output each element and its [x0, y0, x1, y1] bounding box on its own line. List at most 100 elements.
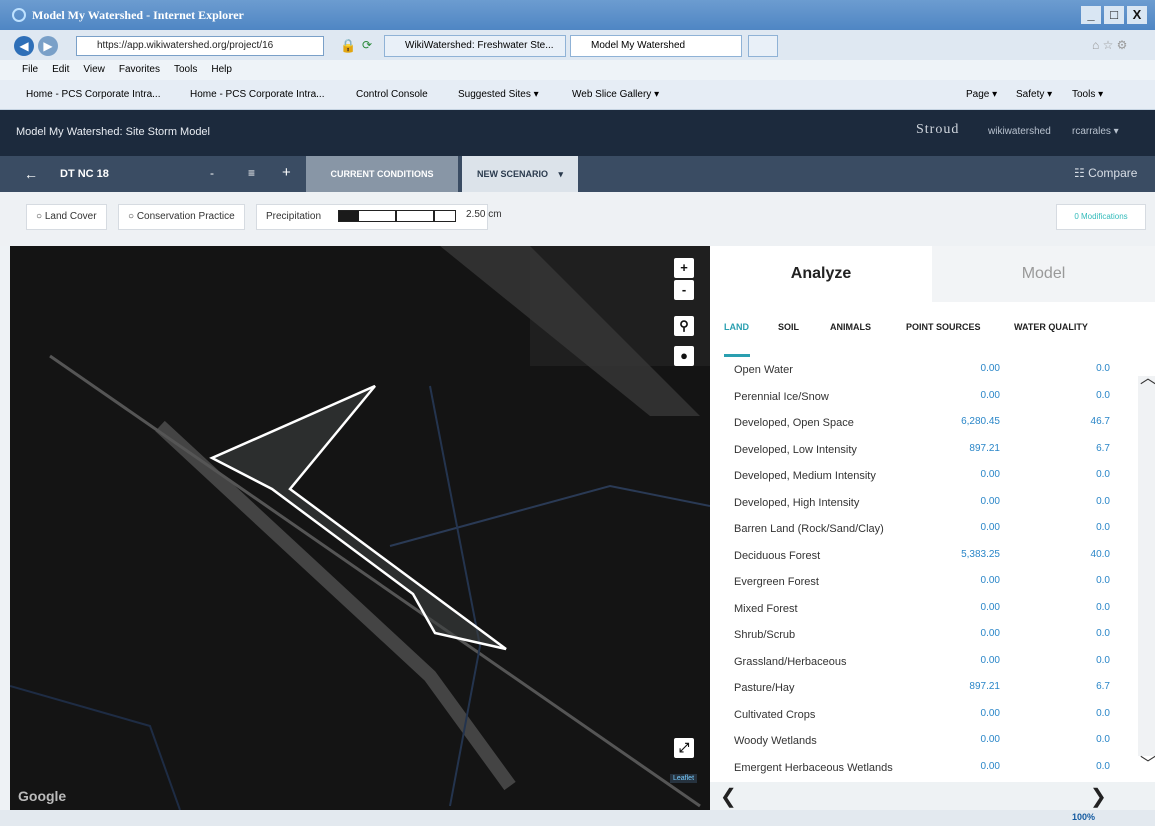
table-row: Pasture/Hay 897.21 6.7 [710, 676, 1130, 702]
favorite-link-control-console[interactable]: Control Console [356, 80, 428, 110]
land-cover-area: 0.00 [980, 522, 1000, 533]
close-window-button[interactable]: X [1127, 6, 1147, 24]
compare-button[interactable]: ☷ Compare [1074, 166, 1137, 180]
land-cover-percent: 6.7 [1096, 442, 1110, 454]
menu-icon[interactable]: ≡ [248, 166, 255, 180]
land-cover-area: 0.00 [980, 654, 1000, 666]
table-row: Developed, Medium Intensity 0.00 0.0 [710, 464, 1130, 490]
precipitation-label: Precipitation [266, 211, 322, 222]
menu-help[interactable]: Help [211, 60, 232, 80]
subtab-soil[interactable]: SOIL [778, 322, 799, 332]
scenario-subbar: ○ Land Cover ○ Conservation Practice Pre… [0, 192, 1155, 246]
subtab-point-sources[interactable]: POINT SOURCES [906, 322, 981, 332]
land-cover-area: 6,280.45 [961, 416, 1000, 427]
land-cover-area: 0.00 [980, 707, 1000, 719]
land-cover-name: Woody Wetlands [734, 735, 817, 747]
ie-logo-icon [12, 8, 26, 22]
map-view[interactable]: + - ⚲ ● ⤢ Google Leaflet [10, 246, 710, 810]
fullscreen-button[interactable]: ⤢ [674, 738, 694, 758]
favorites-bar: Home - PCS Corporate Intra... Home - PCS… [0, 80, 1155, 110]
location-pin-icon[interactable]: ⚲ [674, 316, 694, 336]
land-cover-name: Pasture/Hay [734, 682, 795, 694]
minimize-button[interactable]: _ [1081, 6, 1101, 24]
land-cover-area: 0.00 [980, 363, 1000, 374]
land-cover-percent: 0.0 [1096, 363, 1110, 374]
zoom-level[interactable]: 100% [1072, 812, 1095, 822]
zoom-out-button[interactable]: - [674, 280, 694, 300]
url-field[interactable]: https://app.wikiwatershed.org/project/16 [76, 36, 324, 56]
maximize-button[interactable]: □ [1104, 6, 1124, 24]
favorite-link-web-slice-gallery[interactable]: Web Slice Gallery ▾ [572, 80, 659, 110]
precipitation-slider-fill [339, 211, 359, 221]
back-arrow-icon[interactable]: ◀ [14, 36, 34, 56]
table-row: Emergent Herbaceous Wetlands 0.00 0.0 [710, 756, 1130, 782]
tab-model[interactable]: Model [932, 246, 1155, 302]
zoom-in-button[interactable]: + [674, 258, 694, 278]
chevron-down-icon: ▾ [558, 169, 564, 179]
menu-file[interactable]: File [22, 60, 38, 80]
chevron-right-icon[interactable]: ❯ [1090, 784, 1107, 809]
back-arrow-icon[interactable]: ← [24, 166, 38, 182]
project-name[interactable]: DT NC 18 [60, 168, 109, 180]
page-menu[interactable]: Page ▾ [966, 80, 997, 110]
table-row: Developed, High Intensity 0.00 0.0 [710, 491, 1130, 517]
lock-icon: 🔒 [340, 38, 357, 53]
new-tab-button[interactable] [748, 35, 778, 57]
chevron-up-icon[interactable]: ︿ [1140, 364, 1155, 388]
land-cover-area: 0.00 [980, 575, 1000, 586]
browser-tab-model-my-watershed[interactable]: Model My Watershed [570, 35, 742, 57]
favorite-link-2[interactable]: Home - PCS Corporate Intra... [190, 80, 325, 110]
land-cover-percent: 40.0 [1090, 548, 1110, 560]
layers-icon[interactable]: ● [674, 346, 694, 366]
chevron-down-icon[interactable]: ﹀ [1140, 750, 1155, 774]
tab-new-scenario[interactable]: NEW SCENARIO ▾ [462, 156, 578, 192]
menu-favorites[interactable]: Favorites [119, 60, 160, 80]
land-cover-area: 0.00 [980, 628, 1000, 639]
forward-arrow-icon[interactable]: ▶ [38, 36, 58, 56]
subtab-land[interactable]: LAND [724, 322, 749, 332]
horizontal-scrollbar[interactable]: ❮ ❯ [710, 782, 1155, 810]
slider-tick [433, 211, 435, 221]
wikiwatershed-link[interactable]: wikiwatershed [988, 126, 1051, 137]
browser-tab-wikiwatershed[interactable]: WikiWatershed: Freshwater Ste... [384, 35, 566, 57]
favorite-link-suggested-sites[interactable]: Suggested Sites ▾ [458, 80, 539, 110]
slider-tick [395, 211, 397, 221]
land-cover-name: Developed, High Intensity [734, 496, 860, 509]
menu-tools[interactable]: Tools [174, 60, 197, 80]
land-cover-button[interactable]: ○ Land Cover [26, 204, 107, 230]
land-cover-area: 897.21 [969, 442, 1000, 454]
stroud-logo: Stroud [916, 122, 960, 137]
tab-current-conditions[interactable]: CURRENT CONDITIONS [306, 156, 458, 192]
leaflet-attribution[interactable]: Leaflet [670, 774, 698, 783]
land-cover-name: Emergent Herbaceous Wetlands [734, 761, 893, 774]
project-toolbar: ← DT NC 18 - ≡ + CURRENT CONDITIONS NEW … [0, 156, 1155, 192]
land-cover-name: Grassland/Herbaceous [734, 655, 847, 668]
window-titlebar: Model My Watershed - Internet Explorer _… [0, 0, 1155, 30]
tools-menu[interactable]: Tools ▾ [1072, 80, 1103, 110]
conservation-practice-button[interactable]: ○ Conservation Practice [118, 204, 245, 230]
favorite-link-1[interactable]: Home - PCS Corporate Intra... [26, 80, 161, 110]
land-cover-name: Open Water [734, 364, 793, 376]
land-cover-percent: 0.0 [1096, 734, 1110, 745]
chevron-left-icon[interactable]: ❮ [720, 784, 737, 809]
modifications-button[interactable]: 0 Modifications [1056, 204, 1146, 230]
tab-analyze[interactable]: Analyze [710, 246, 932, 302]
land-cover-percent: 0.0 [1096, 601, 1110, 613]
subtab-water-quality[interactable]: WATER QUALITY [1014, 322, 1088, 332]
home-star-gear-icons[interactable]: ⌂ ☆ ⚙ [1092, 38, 1127, 52]
land-cover-percent: 0.0 [1096, 654, 1110, 666]
safety-menu[interactable]: Safety ▾ [1016, 80, 1052, 110]
add-scenario-icon[interactable]: + [282, 164, 291, 181]
precipitation-value: 2.50 cm [466, 209, 502, 220]
refresh-icon[interactable]: ⟳ [362, 38, 372, 52]
subtab-animals[interactable]: ANIMALS [830, 322, 871, 332]
land-cover-percent: 6.7 [1096, 681, 1110, 692]
status-bar: 100% [0, 810, 1155, 826]
menu-edit[interactable]: Edit [52, 60, 69, 80]
vertical-scrollbar[interactable] [1138, 376, 1155, 756]
menu-view[interactable]: View [83, 60, 105, 80]
precipitation-slider[interactable] [338, 210, 456, 222]
table-row: Woody Wetlands 0.00 0.0 [710, 729, 1130, 755]
table-row: Developed, Open Space 6,280.45 46.7 [710, 411, 1130, 437]
user-menu[interactable]: rcarrales ▾ [1072, 126, 1119, 137]
